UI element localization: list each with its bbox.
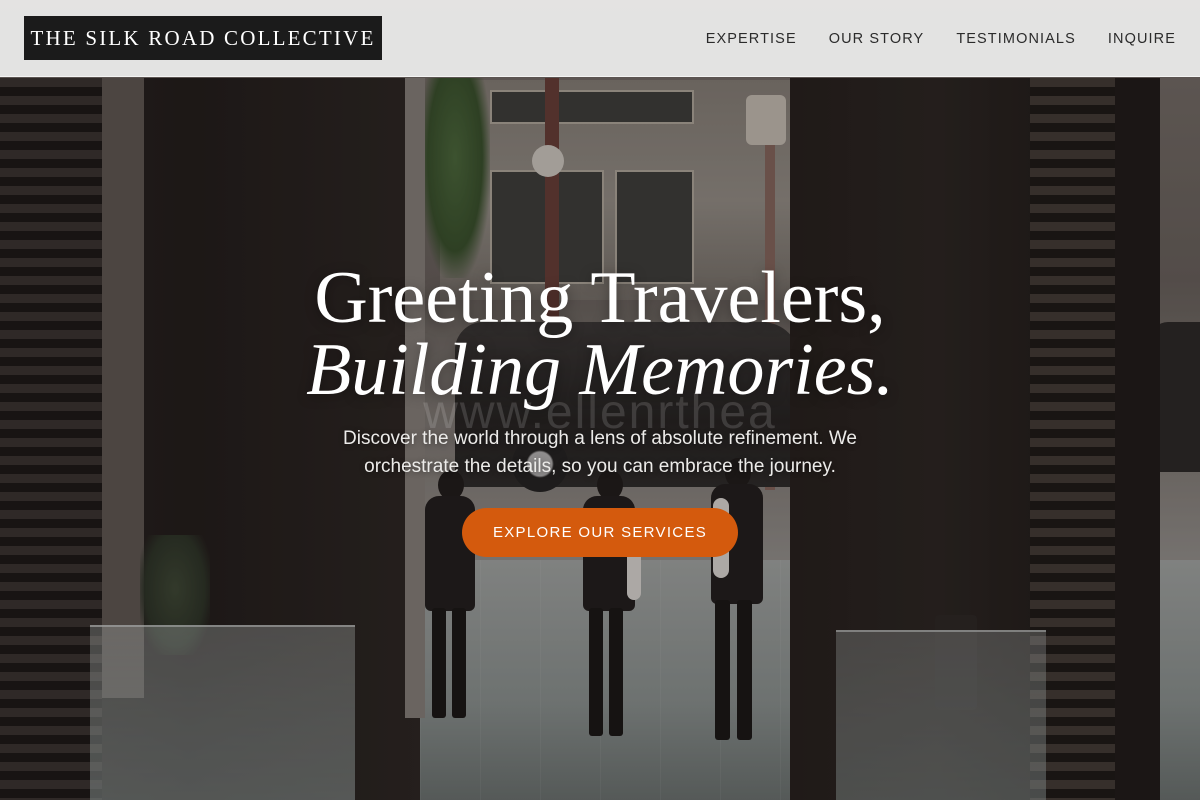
explore-services-button[interactable]: EXPLORE OUR SERVICES	[462, 508, 738, 557]
nav-link-testimonials[interactable]: TESTIMONIALS	[956, 31, 1076, 47]
nav-link-expertise[interactable]: EXPERTISE	[706, 31, 797, 47]
brand-logo[interactable]: THE SILK ROAD COLLECTIVE	[24, 16, 382, 60]
main-nav: EXPERTISE OUR STORY TESTIMONIALS INQUIRE	[706, 0, 1176, 77]
nav-link-our-story[interactable]: OUR STORY	[829, 31, 925, 47]
hero-headline-line1: Greeting Travelers,	[314, 257, 886, 339]
hero-section: Greeting Travelers, Building Memories. w…	[0, 0, 1200, 800]
nav-link-inquire[interactable]: INQUIRE	[1108, 31, 1176, 47]
hero-subtitle: Discover the world through a lens of abs…	[343, 428, 857, 477]
site-header: THE SILK ROAD COLLECTIVE EXPERTISE OUR S…	[0, 0, 1200, 77]
